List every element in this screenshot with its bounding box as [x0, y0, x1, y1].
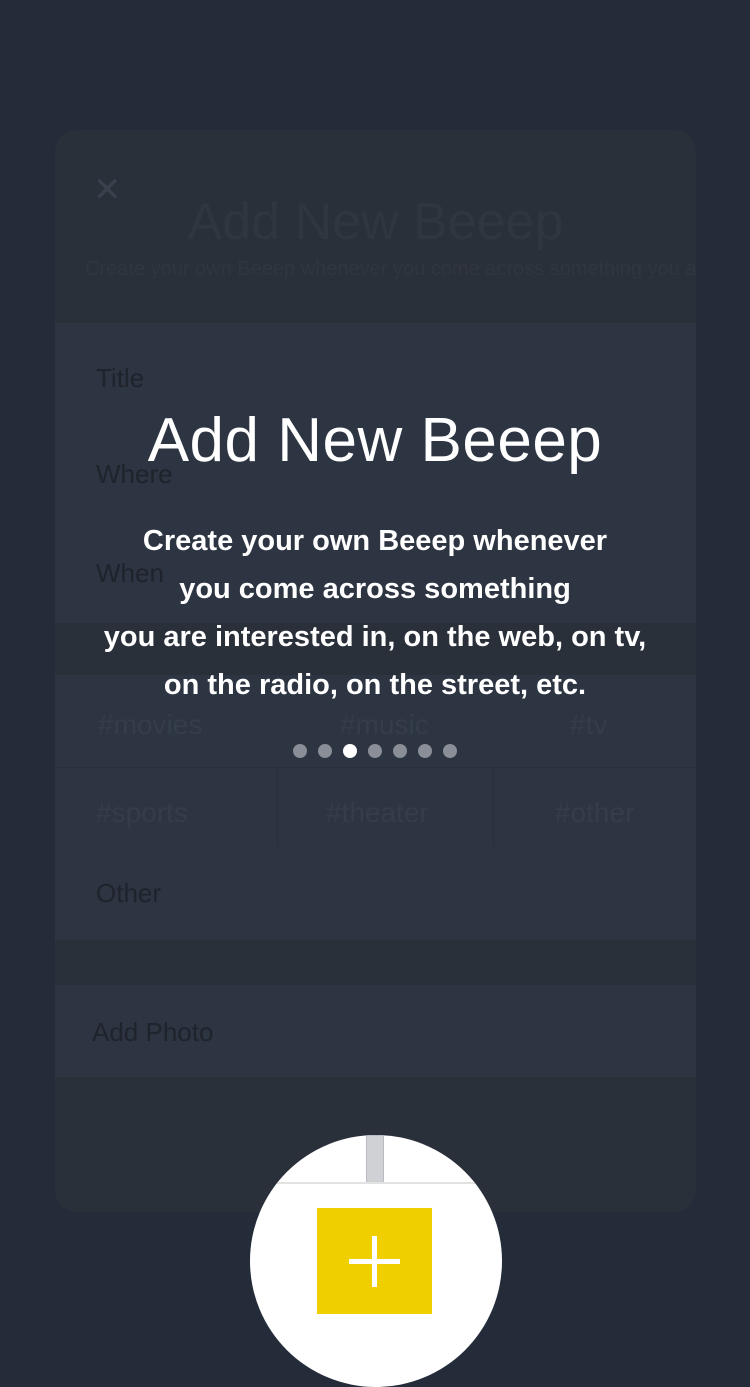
- page-dot-3-active[interactable]: [343, 744, 357, 758]
- add-photo-row: Add Photo: [55, 985, 696, 1077]
- page-dot-6[interactable]: [418, 744, 432, 758]
- tag-sports: #sports: [96, 797, 188, 828]
- page-dot-2[interactable]: [318, 744, 332, 758]
- tag-column-divider: [493, 767, 494, 847]
- background-form-subtitle: Create your own Beeep whenever you come …: [85, 258, 696, 280]
- tab-bar-divider: [250, 1182, 502, 1184]
- tag-tv: #tv: [570, 709, 608, 740]
- tag-music: #music: [340, 709, 429, 740]
- page-indicator: [0, 744, 750, 758]
- tag-theater: #theater: [326, 797, 429, 828]
- description-line: you come across something: [179, 573, 571, 605]
- background-form-title: Add New Beeep: [187, 193, 564, 251]
- tag-row-divider: [55, 767, 696, 768]
- page-dot-5[interactable]: [393, 744, 407, 758]
- add-beeep-button[interactable]: [317, 1208, 432, 1314]
- tag-other: #other: [555, 797, 635, 828]
- other-field-label: Other: [96, 878, 162, 908]
- tag-movies: #movies: [98, 709, 203, 740]
- add-photo-label: Add Photo: [92, 1017, 214, 1047]
- tab-bar-indicator: [366, 1135, 384, 1183]
- page-dot-1[interactable]: [293, 744, 307, 758]
- description-line: Create your own Beeep whenever: [142, 525, 608, 557]
- page-dot-4[interactable]: [368, 744, 382, 758]
- title-field-label: Title: [96, 363, 145, 393]
- page-dot-7[interactable]: [443, 744, 457, 758]
- spotlight-circle: [250, 1135, 502, 1387]
- tag-column-divider: [277, 767, 278, 847]
- description-line: on the radio, on the street, etc.: [163, 669, 587, 701]
- onboarding-title: Add New Beeep: [147, 406, 603, 475]
- onboarding-description: Create your own Beeep whenever you come …: [60, 517, 690, 709]
- section-divider: [55, 940, 696, 985]
- description-line: you are interested in, on the web, on tv…: [103, 621, 647, 653]
